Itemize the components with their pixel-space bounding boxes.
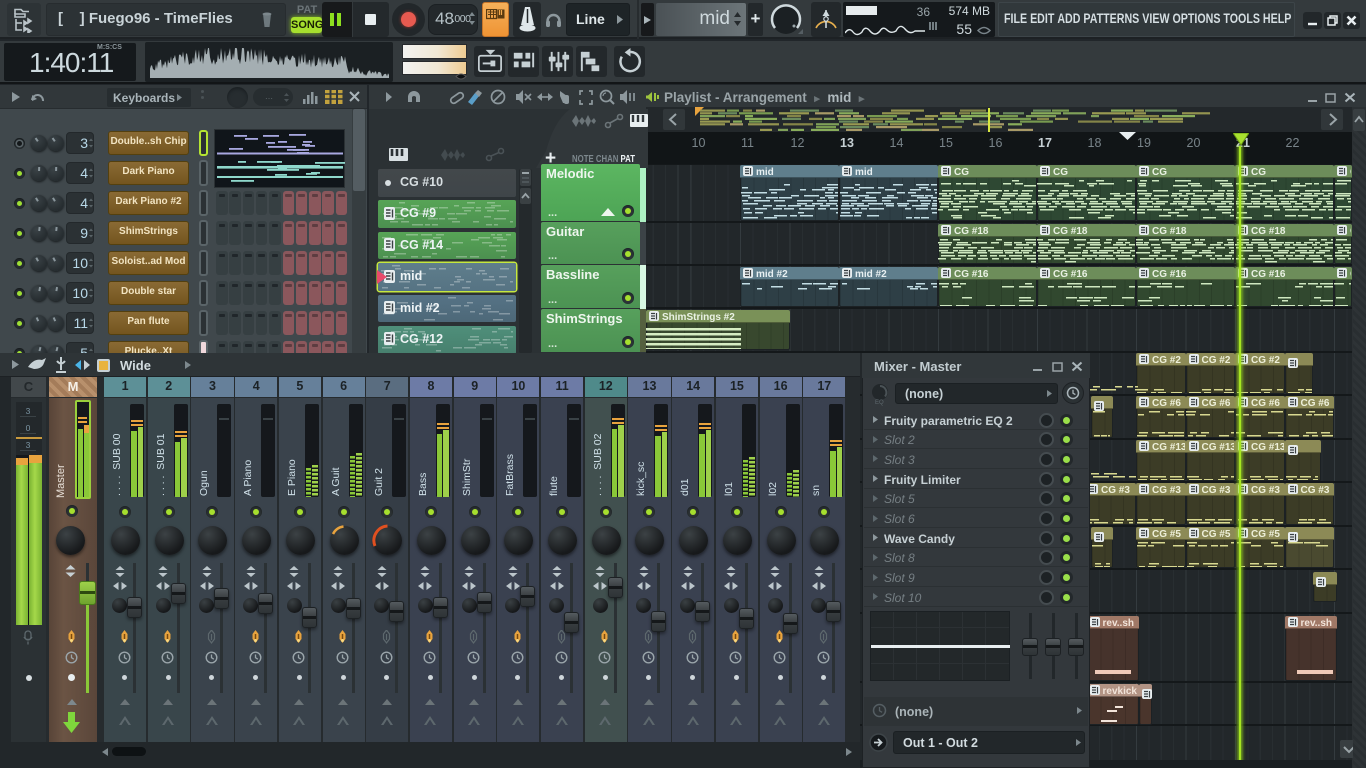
svg-text:EQ: EQ [875,400,884,406]
